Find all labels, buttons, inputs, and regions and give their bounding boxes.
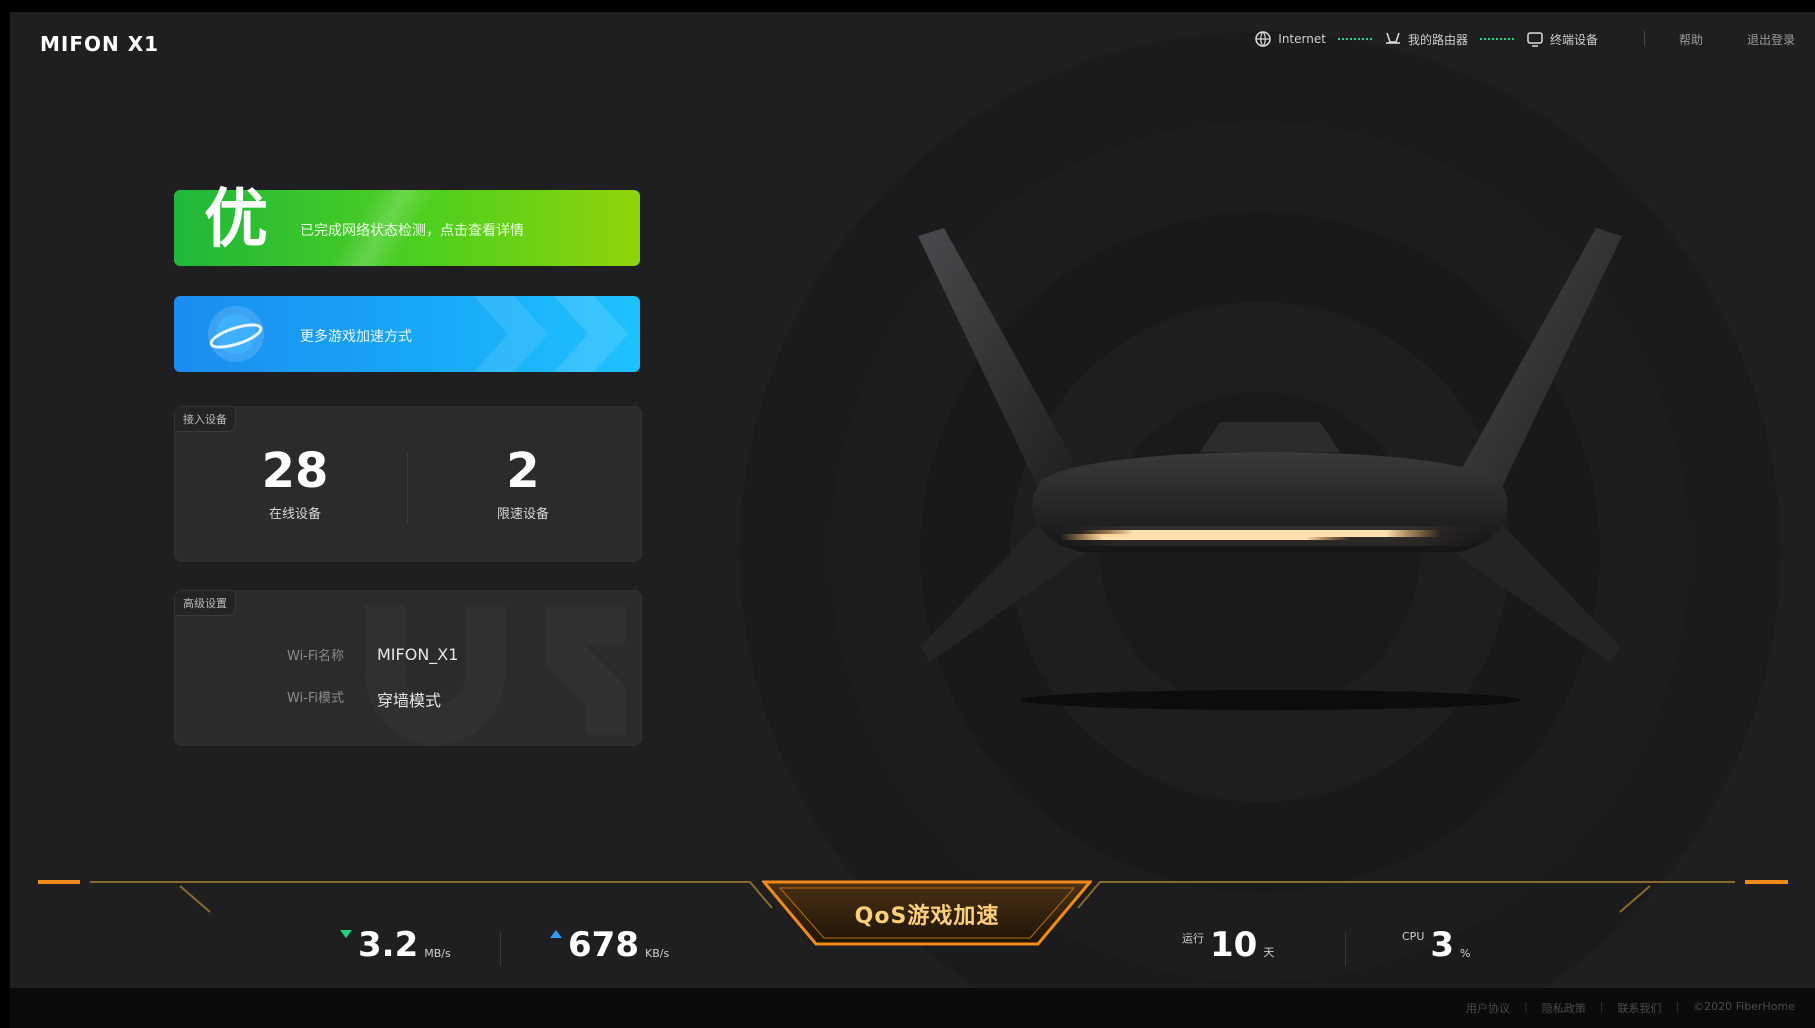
top-nav: Internet 我的路由器 终端设备 帮助 退出登录 xyxy=(1254,30,1795,48)
limited-devices[interactable]: 2 限速设备 xyxy=(423,443,623,522)
wifi-mode-label: Wi-Fi模式 xyxy=(287,691,345,706)
router-icon xyxy=(1385,32,1400,44)
qos-accel-button[interactable]: QoS游戏加速 xyxy=(762,898,1092,930)
router-image xyxy=(918,228,1622,710)
network-grade: 优 xyxy=(204,183,268,257)
hud-divider xyxy=(1345,932,1346,966)
wifi-name-value: MIFON_X1 xyxy=(377,645,459,664)
link-status-dots xyxy=(1479,38,1514,40)
download-unit: MB/s xyxy=(424,947,451,960)
nav-internet[interactable]: Internet xyxy=(1254,30,1326,48)
nav-router[interactable]: 我的路由器 xyxy=(1384,30,1468,48)
chevron-right-icon xyxy=(554,296,628,372)
copyright-text: ©2020 FiberHome xyxy=(1693,1000,1795,1013)
watermark-graphic xyxy=(365,605,625,745)
hud-divider xyxy=(500,932,501,966)
nav-router-label: 我的路由器 xyxy=(1407,32,1468,47)
wifi-mode-value: 穿墙模式 xyxy=(377,691,442,710)
game-accel-card[interactable]: 更多游戏加速方式 xyxy=(174,296,640,372)
wifi-name-label: Wi-Fi名称 xyxy=(287,649,345,664)
wifi-name-row: Wi-Fi名称 MIFON_X1 xyxy=(287,645,458,664)
help-link[interactable]: 帮助 xyxy=(1679,31,1703,48)
monitor-icon xyxy=(1527,32,1543,47)
footer-separator: | xyxy=(1675,1000,1680,1013)
limited-count: 2 xyxy=(506,443,540,499)
uptime-label: 运行 xyxy=(1182,932,1204,945)
cpu-value: 3 xyxy=(1430,925,1455,965)
advanced-tag: 高级设置 xyxy=(175,591,236,616)
wifi-mode-row: Wi-Fi模式 穿墙模式 xyxy=(287,687,441,711)
download-value: 3.2 xyxy=(358,925,419,965)
devices-panel[interactable]: 接入设备 28 在线设备 2 限速设备 xyxy=(174,406,642,562)
uptime-value: 10 xyxy=(1210,925,1258,965)
panel-divider xyxy=(407,451,408,525)
devices-tag: 接入设备 xyxy=(175,407,236,432)
cpu-unit: % xyxy=(1460,947,1471,960)
network-check-card[interactable]: 优 已完成网络状态检测，点击查看详情 xyxy=(174,183,640,266)
online-count: 28 xyxy=(261,443,329,499)
app-frame: MIFON X1 Internet 我的路由器 终端设备 帮助 退出登录 优 已… xyxy=(0,0,1815,1028)
footer-separator: | xyxy=(1524,1000,1528,1013)
limited-label: 限速设备 xyxy=(496,507,549,522)
link-status-dots xyxy=(1337,38,1372,40)
cpu-label: CPU xyxy=(1402,930,1425,943)
footer-links: 用户协议 | 隐私政策 | 联系我们 | ©2020 FiberHome xyxy=(1466,1000,1795,1016)
footer-separator: | xyxy=(1599,1000,1604,1013)
cpu-usage: CPU 3 % xyxy=(1402,928,1471,962)
upload-unit: KB/s xyxy=(644,947,670,960)
nav-devices[interactable]: 终端设备 xyxy=(1526,30,1598,48)
advanced-settings-panel[interactable]: 高级设置 Wi-Fi名称 MIFON_X1 Wi-Fi模式 穿墙模式 xyxy=(174,590,642,746)
upload-speed: 678 KB/s xyxy=(550,928,669,962)
network-check-message: 已完成网络状态检测，点击查看详情 xyxy=(300,223,524,239)
contact-us-link[interactable]: 联系我们 xyxy=(1617,1000,1661,1016)
download-speed: 3.2 MB/s xyxy=(340,928,451,962)
privacy-policy-link[interactable]: 隐私政策 xyxy=(1542,1000,1586,1016)
user-agreement-link[interactable]: 用户协议 xyxy=(1466,1000,1510,1016)
nav-internet-label: Internet xyxy=(1278,32,1326,46)
footer: 用户协议 | 隐私政策 | 联系我们 | ©2020 FiberHome xyxy=(10,988,1815,1028)
nav-devices-label: 终端设备 xyxy=(1549,32,1598,47)
arrow-down-icon xyxy=(340,930,352,938)
globe-icon xyxy=(1255,31,1272,47)
app-logo[interactable]: MIFON X1 xyxy=(40,32,159,56)
online-label: 在线设备 xyxy=(268,507,321,522)
uptime: 运行 10 天 xyxy=(1182,928,1274,962)
nav-divider xyxy=(1643,31,1645,47)
main-screen: MIFON X1 Internet 我的路由器 终端设备 帮助 退出登录 优 已… xyxy=(10,12,1815,988)
logout-link[interactable]: 退出登录 xyxy=(1747,31,1795,48)
globe-icon xyxy=(208,306,264,362)
arrow-up-icon xyxy=(550,930,562,938)
online-devices[interactable]: 28 在线设备 xyxy=(195,443,395,522)
uptime-unit: 天 xyxy=(1263,946,1275,959)
game-accel-message: 更多游戏加速方式 xyxy=(300,329,412,345)
upload-value: 678 xyxy=(568,925,639,965)
chevron-right-icon xyxy=(474,296,548,372)
